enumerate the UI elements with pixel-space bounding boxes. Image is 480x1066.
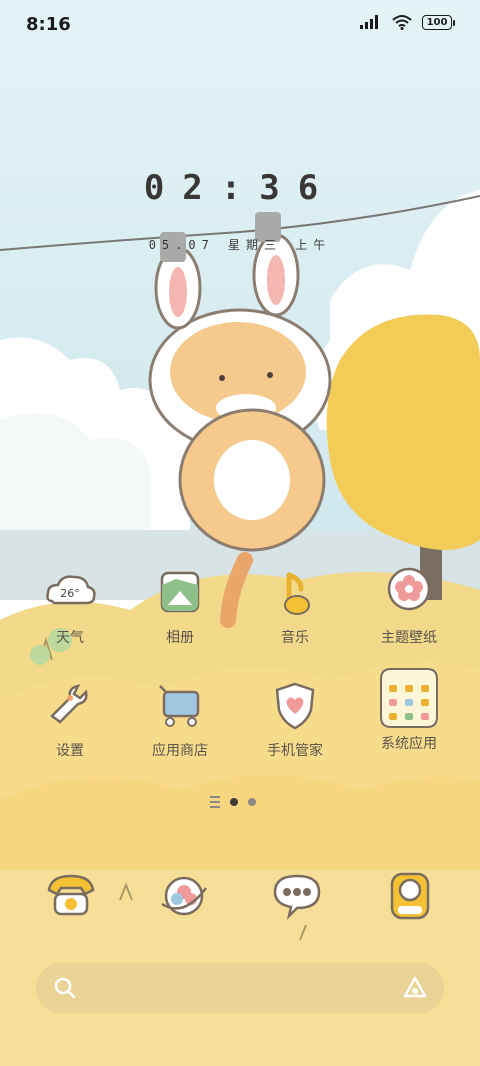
app-settings[interactable]: 设置 bbox=[15, 678, 125, 760]
music-icon bbox=[284, 572, 310, 615]
app-store[interactable]: 应用商店 bbox=[125, 678, 235, 760]
clock-widget-time[interactable]: 02:36 bbox=[0, 168, 480, 208]
security-icon bbox=[275, 682, 315, 730]
system-apps-folder-icon bbox=[380, 668, 438, 728]
app-label: 相册 bbox=[166, 630, 194, 646]
battery-level: 100 bbox=[426, 16, 448, 28]
app-weather[interactable]: 26° 天气 bbox=[15, 565, 125, 647]
weather-icon: 26° bbox=[46, 575, 96, 605]
app-music[interactable]: 音乐 bbox=[240, 565, 350, 647]
folder-system-apps[interactable]: 系统应用 bbox=[354, 665, 464, 753]
app-label: 手机管家 bbox=[267, 743, 323, 759]
gallery-icon bbox=[160, 571, 200, 613]
camera-icon[interactable] bbox=[380, 866, 440, 926]
app-security[interactable]: 手机管家 bbox=[240, 678, 350, 760]
page-dot bbox=[248, 798, 256, 806]
app-label: 应用商店 bbox=[152, 743, 208, 759]
page-indicator-menu bbox=[210, 796, 220, 808]
app-label: 天气 bbox=[56, 630, 84, 646]
status-time: 8:16 bbox=[26, 14, 71, 35]
clock-widget-date: 05.07 星期三 上午 bbox=[148, 238, 332, 252]
signal-icon bbox=[360, 15, 378, 29]
settings-icon bbox=[50, 684, 88, 724]
page-indicator[interactable] bbox=[210, 796, 256, 808]
app-themes[interactable]: 主题壁纸 bbox=[354, 565, 464, 647]
messages-icon[interactable] bbox=[267, 866, 327, 926]
browser-icon[interactable] bbox=[154, 866, 214, 926]
weather-temp: 26° bbox=[60, 587, 80, 600]
assistant-icon[interactable] bbox=[402, 975, 428, 1001]
wifi-icon bbox=[392, 15, 412, 30]
battery-icon: 100 bbox=[422, 14, 455, 30]
search-icon bbox=[54, 977, 76, 999]
app-label: 设置 bbox=[56, 743, 84, 759]
app-gallery[interactable]: 相册 bbox=[125, 565, 235, 647]
page-dot bbox=[230, 798, 238, 806]
themes-icon bbox=[387, 567, 431, 611]
app-label: 音乐 bbox=[281, 630, 309, 646]
status-bar: 8:16 100 bbox=[0, 0, 480, 50]
app-store-icon bbox=[159, 685, 200, 727]
app-label: 系统应用 bbox=[381, 736, 437, 752]
phone-icon[interactable] bbox=[41, 866, 101, 926]
app-label: 主题壁纸 bbox=[381, 630, 437, 646]
search-bar[interactable] bbox=[36, 963, 444, 1013]
